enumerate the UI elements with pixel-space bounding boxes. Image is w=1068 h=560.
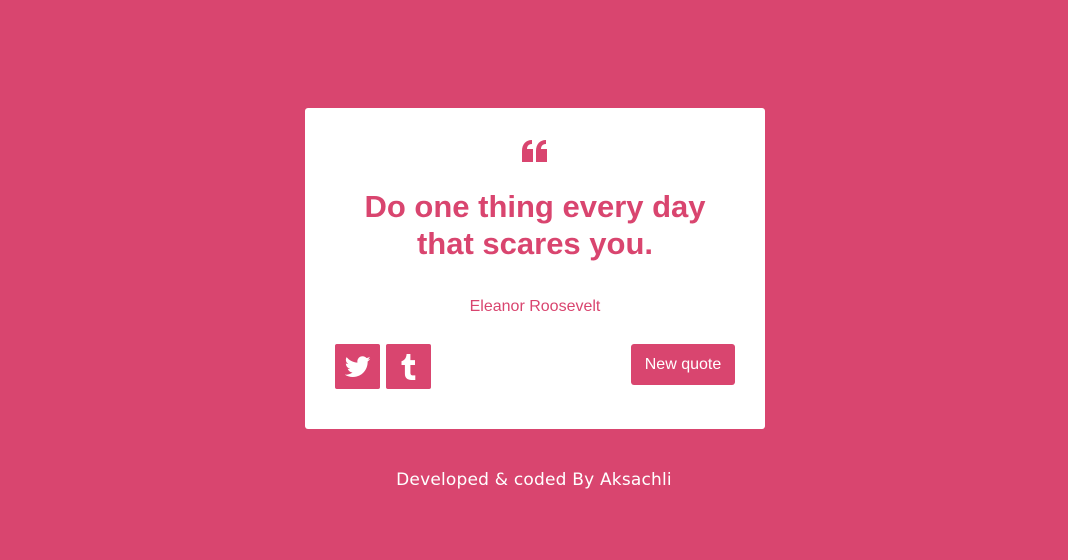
new-quote-button[interactable]: New quote [631, 344, 735, 385]
quote-author: Eleanor Roosevelt [469, 298, 601, 315]
quote-card: Do one thing every day that scares you. … [305, 108, 765, 429]
tumblr-icon [401, 353, 415, 380]
footer-credit: Developed & coded By Aksachli [396, 470, 672, 490]
tweet-quote-button[interactable] [335, 344, 380, 389]
quote-text: Do one thing every day that scares you. [364, 189, 706, 261]
twitter-icon [344, 355, 371, 377]
quote-mark [305, 140, 765, 164]
quote-left-icon [522, 140, 547, 162]
tumblr-share-button[interactable] [386, 344, 431, 389]
